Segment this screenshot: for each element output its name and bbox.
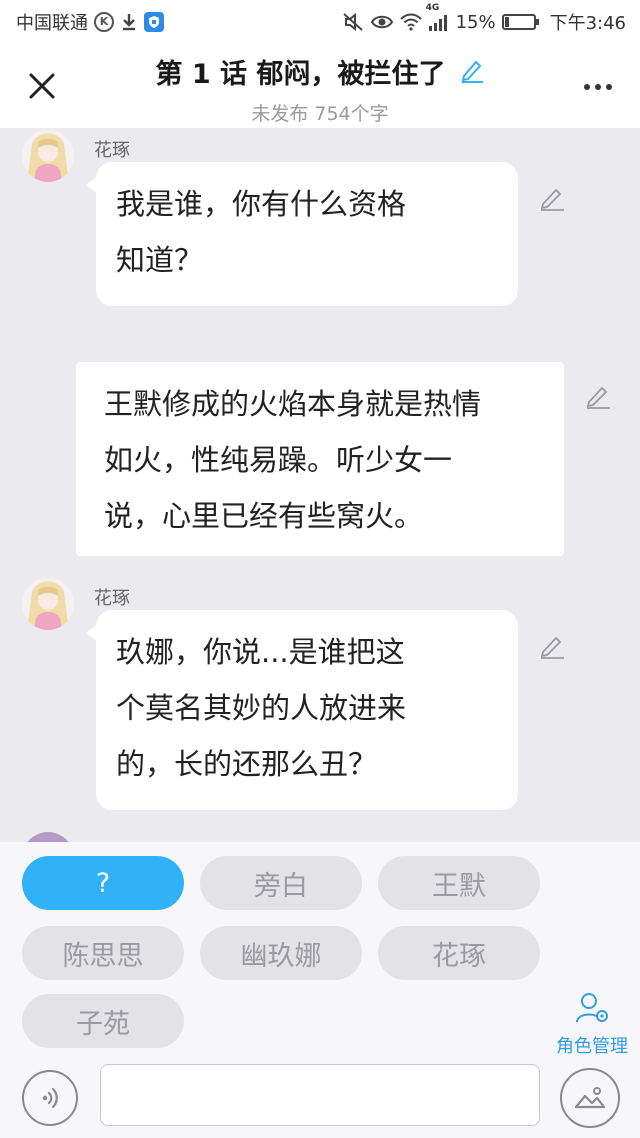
more-button[interactable] bbox=[578, 72, 618, 102]
close-icon bbox=[29, 73, 55, 99]
edit-message-button[interactable] bbox=[538, 184, 566, 216]
pencil-icon bbox=[586, 386, 610, 409]
message-line: 个莫名其妙的人放进来 bbox=[116, 691, 407, 725]
role-chip-huazhuo[interactable]: 花琢 bbox=[378, 926, 540, 980]
pencil-icon bbox=[540, 636, 564, 659]
edit-message-button[interactable] bbox=[538, 632, 566, 664]
role-chip-ziyuan[interactable]: 子苑 bbox=[22, 994, 184, 1048]
edit-title-button[interactable] bbox=[459, 57, 485, 87]
avatar[interactable] bbox=[22, 832, 74, 842]
voice-input-button[interactable] bbox=[22, 1070, 78, 1126]
pencil-icon bbox=[461, 60, 483, 83]
voice-icon bbox=[42, 1087, 58, 1109]
role-chip-chensisi[interactable]: 陈思思 bbox=[22, 926, 184, 980]
role-chip-narrator[interactable]: 旁白 bbox=[200, 856, 362, 910]
edit-message-button[interactable] bbox=[584, 382, 612, 414]
shield-app-icon bbox=[144, 12, 164, 32]
role-chip-unknown[interactable]: ? bbox=[22, 856, 184, 910]
download-icon bbox=[120, 12, 138, 32]
message-line: 说，心里已经有些窝火。 bbox=[104, 499, 424, 533]
message-line: 如火，性纯易躁。听少女一 bbox=[104, 443, 453, 477]
message-bubble[interactable]: 玖娜，你说...是谁把这 个莫名其妙的人放进来 的，长的还那么丑？ bbox=[86, 610, 518, 810]
battery-level-fill bbox=[504, 17, 509, 27]
user-settings-icon bbox=[576, 993, 608, 1023]
message-bubble[interactable]: 我是谁，你有什么资格 知道？ bbox=[86, 162, 518, 306]
chapter-title: 第 1 话 郁闷，被拦住了 bbox=[155, 59, 446, 90]
speaker-name: 花琢 bbox=[94, 140, 130, 161]
role-chip-youjiuna[interactable]: 幽玖娜 bbox=[200, 926, 362, 980]
narration-bubble[interactable]: 王默修成的火焰本身就是热情 如火，性纯易躁。听少女一 说，心里已经有些窝火。 bbox=[76, 362, 564, 556]
signal-icon: 4G bbox=[426, 3, 450, 31]
status-bar: 中国联通 K 4G 15% 下午3:46 bbox=[0, 0, 640, 44]
role-selector: ? 旁白 王默 陈思思 幽玖娜 花琢 子苑 角色管理 bbox=[0, 842, 640, 1060]
k-badge-icon: K bbox=[94, 12, 114, 32]
role-chip-wangmo[interactable]: 王默 bbox=[378, 856, 540, 910]
image-icon bbox=[574, 1087, 606, 1109]
insert-image-button[interactable] bbox=[560, 1068, 620, 1128]
clock: 下午3:46 bbox=[549, 13, 626, 34]
editor-screen: 中国联通 K 4G 15% 下午3:46 第 1 话 郁闷，被拦住了 未发布 7… bbox=[0, 0, 640, 1138]
input-bar bbox=[0, 1060, 640, 1138]
battery-percent: 15% bbox=[455, 11, 496, 33]
title-area: 第 1 话 郁闷，被拦住了 未发布 754个字 bbox=[100, 52, 540, 126]
more-icon bbox=[584, 84, 590, 90]
message-list[interactable]: 花琢 我是谁，你有什么资格 知道？ 王默修成的火焰本身就是热情 如火，性纯易躁。… bbox=[0, 128, 640, 842]
message-line: 王默修成的火焰本身就是热情 bbox=[104, 387, 482, 421]
network-type-label: 4G bbox=[425, 3, 440, 13]
role-management-label: 角色管理 bbox=[556, 1036, 628, 1057]
speaker-name: 花琢 bbox=[94, 588, 130, 609]
chapter-header: 第 1 话 郁闷，被拦住了 未发布 754个字 bbox=[0, 44, 640, 128]
role-management-button[interactable]: 角色管理 bbox=[546, 992, 638, 1058]
pencil-icon bbox=[540, 188, 564, 211]
message-input[interactable] bbox=[100, 1064, 540, 1126]
mute-icon bbox=[342, 12, 364, 32]
message-line: 玖娜，你说...是谁把这 bbox=[116, 635, 405, 669]
message-line: 的，长的还那么丑？ bbox=[116, 747, 378, 781]
avatar[interactable] bbox=[22, 578, 74, 630]
close-button[interactable] bbox=[22, 66, 62, 106]
avatar[interactable] bbox=[22, 130, 74, 182]
message-line: 我是谁，你有什么资格 bbox=[116, 187, 407, 221]
carrier-label: 中国联通 bbox=[16, 13, 88, 34]
battery-icon bbox=[501, 14, 539, 30]
message-line: 知道？ bbox=[116, 243, 204, 277]
chapter-status: 未发布 754个字 bbox=[251, 103, 389, 125]
wifi-icon bbox=[399, 13, 422, 31]
eye-icon bbox=[370, 13, 394, 31]
